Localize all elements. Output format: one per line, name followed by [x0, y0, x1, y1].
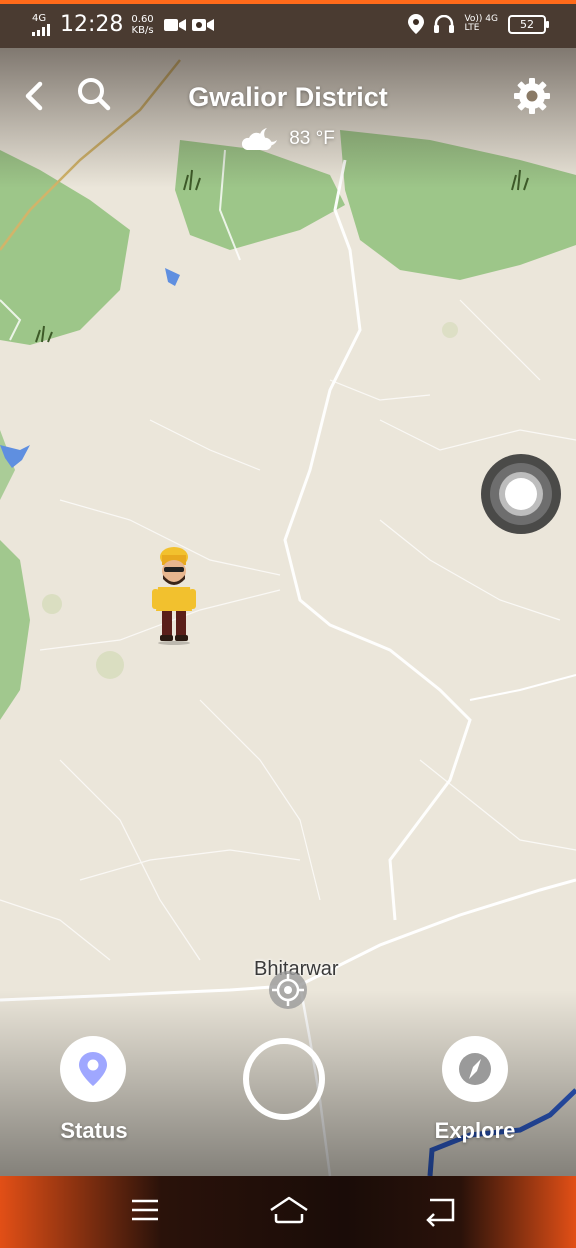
compass-icon: [459, 1053, 491, 1085]
status-bar: 4G 12:28 0.60 KB/s Vo)) 4G LTE 52: [0, 4, 576, 48]
bottom-controls: Status Explore: [0, 1030, 576, 1176]
location-icon: [408, 14, 425, 34]
map-pin-icon: [79, 1052, 107, 1086]
video-call-icon: [163, 18, 186, 31]
capture-button[interactable]: [243, 1038, 325, 1120]
floating-record-button[interactable]: [480, 453, 562, 535]
gear-icon: [514, 78, 550, 114]
home-icon: [270, 1196, 308, 1224]
system-nav-bar: [0, 1176, 576, 1248]
cloudy-night-icon: [242, 128, 278, 150]
back-nav-button[interactable]: [420, 1190, 460, 1230]
settings-button[interactable]: [512, 76, 552, 116]
page-title: Gwalior District: [188, 82, 388, 112]
bitmoji-avatar[interactable]: [150, 545, 198, 645]
screen-record-icon: [191, 18, 214, 31]
explore-label[interactable]: Explore: [405, 1118, 545, 1144]
signal-icon: 4G: [32, 13, 54, 36]
status-button[interactable]: [60, 1036, 126, 1102]
return-icon: [426, 1198, 455, 1227]
weather-info: 83 °F: [0, 126, 576, 152]
status-label[interactable]: Status: [24, 1118, 164, 1144]
map-header: Gwalior District 83 °F: [0, 64, 576, 164]
explore-button[interactable]: [442, 1036, 508, 1102]
menu-button[interactable]: [125, 1190, 165, 1230]
headphones-icon: [434, 15, 455, 33]
place-pin-icon[interactable]: [268, 970, 308, 1010]
network-speed: 0.60 KB/s: [131, 13, 154, 36]
lte-indicator: Vo)) 4G LTE: [464, 14, 498, 33]
hamburger-menu-icon: [132, 1199, 158, 1221]
home-button[interactable]: [268, 1190, 308, 1230]
battery-icon: 52: [508, 14, 549, 34]
temperature: 83 °F: [289, 128, 335, 149]
clock: 12:28: [60, 12, 124, 37]
top-accent-bar: [0, 0, 576, 4]
